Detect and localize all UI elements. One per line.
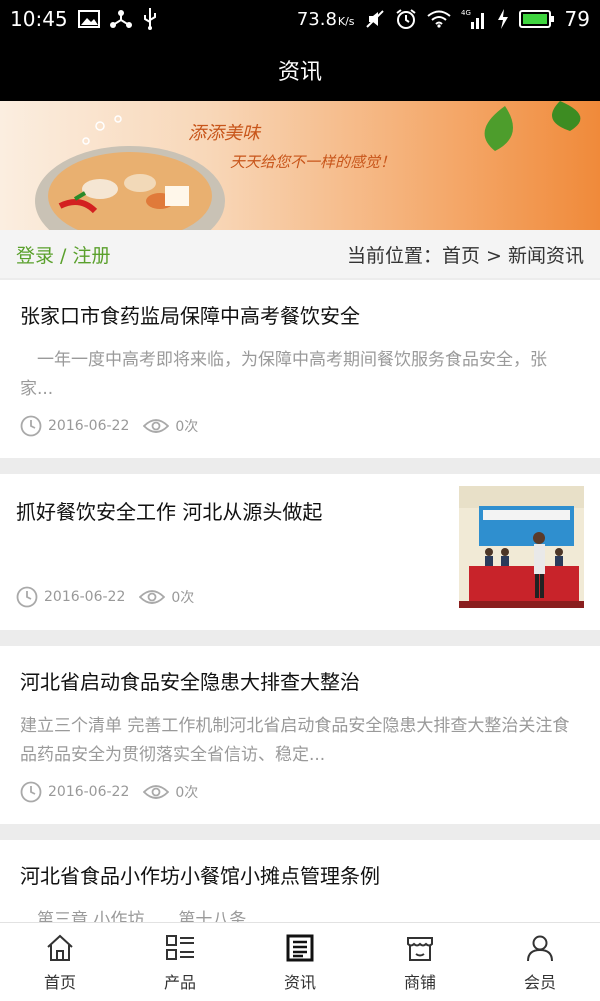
- nav-shops-label: 商铺: [403, 973, 436, 992]
- mute-icon: [365, 9, 385, 29]
- app-header: 资讯: [0, 38, 600, 101]
- news-title[interactable]: 张家口市食药监局保障中高考餐饮安全: [20, 300, 360, 329]
- banner-slogan-2: 天天给您不一样的感觉！: [230, 153, 396, 171]
- news-meta: 2016-06-22 0次: [20, 415, 198, 437]
- login-register-link[interactable]: 登录 / 注册: [16, 241, 110, 268]
- signal-icon: 4G: [461, 8, 487, 30]
- news-summary: 一年一度中高考即将来临，为保障中高考期间餐饮服务食品安全，张家...: [20, 350, 547, 399]
- news-title[interactable]: 河北省食品小作坊小餐馆小摊点管理条例: [20, 860, 380, 889]
- usb-icon: [142, 8, 158, 30]
- nav-member[interactable]: 会员: [500, 931, 580, 993]
- nav-news[interactable]: 资讯: [260, 931, 340, 993]
- network-type-label: 4G: [461, 9, 471, 17]
- banner-image: 添添美味 天天给您不一样的感觉！: [0, 101, 600, 230]
- banner-slogan-1: 添添美味: [188, 123, 260, 144]
- news-icon: [285, 931, 315, 965]
- news-card[interactable]: 河北省启动食品安全隐患大排查大整治 建立三个清单 完善工作机制河北省启动食品安全…: [0, 646, 600, 824]
- shop-icon: [405, 931, 435, 965]
- network-speed: 73.8: [296, 8, 337, 30]
- eye-icon: [139, 588, 166, 606]
- breadcrumb: 当前位置：首页 > 新闻资讯: [347, 244, 584, 267]
- news-views: 0次: [175, 785, 199, 801]
- user-icon: [525, 931, 555, 965]
- bottom-nav: 首页 产品 资讯 商铺 会员: [0, 922, 600, 1001]
- news-date: 2016-06-22: [48, 784, 130, 800]
- nav-home[interactable]: 首页: [20, 931, 100, 993]
- breadcrumb-bar: 登录 / 注册 当前位置：首页 > 新闻资讯: [0, 230, 600, 278]
- eye-icon: [143, 783, 170, 801]
- home-icon: [45, 931, 75, 965]
- nav-shops[interactable]: 商铺: [380, 931, 460, 993]
- news-date: 2016-06-22: [48, 418, 130, 434]
- charging-icon: [497, 9, 509, 29]
- news-card[interactable]: 张家口市食药监局保障中高考餐饮安全 一年一度中高考即将来临，为保障中高考期间餐饮…: [0, 280, 600, 458]
- battery-icon: [518, 9, 555, 29]
- page-title: 资讯: [277, 59, 322, 85]
- news-meta: 2016-06-22 0次: [16, 586, 194, 608]
- alarm-icon: [395, 8, 417, 30]
- news-title[interactable]: 河北省启动食品安全隐患大排查大整治: [20, 666, 360, 695]
- network-speed-unit: K/s: [337, 14, 355, 28]
- news-meta: 2016-06-22 0次: [20, 781, 198, 803]
- clock-icon: [16, 586, 38, 608]
- nav-member-label: 会员: [523, 973, 556, 992]
- news-views: 0次: [171, 590, 195, 606]
- news-title[interactable]: 抓好餐饮安全工作 河北从源头做起: [16, 496, 322, 525]
- clock-icon: [20, 781, 42, 803]
- news-summary: 建立三个清单 完善工作机制河北省启动食品安全隐患大排查大整治关注食品药品安全为贯…: [20, 716, 570, 765]
- news-date: 2016-06-22: [44, 589, 126, 605]
- status-time: 10:45: [10, 7, 68, 31]
- nav-home-label: 首页: [43, 973, 76, 992]
- news-card[interactable]: 抓好餐饮安全工作 河北从源头做起 2016-06-22 0次: [0, 474, 600, 630]
- wifi-icon: [426, 10, 451, 28]
- share-icon: [109, 9, 132, 29]
- nav-news-label: 资讯: [283, 973, 316, 992]
- battery-level: 79: [564, 7, 590, 31]
- list-icon: [165, 931, 195, 965]
- nav-products-label: 产品: [163, 973, 196, 992]
- status-bar: 10:45 73.8K/s 4G 79: [0, 0, 600, 38]
- clock-icon: [20, 415, 42, 437]
- image-icon: [77, 10, 100, 28]
- news-views: 0次: [175, 419, 199, 435]
- news-thumbnail[interactable]: [459, 486, 584, 608]
- eye-icon: [143, 417, 170, 435]
- nav-products[interactable]: 产品: [140, 931, 220, 993]
